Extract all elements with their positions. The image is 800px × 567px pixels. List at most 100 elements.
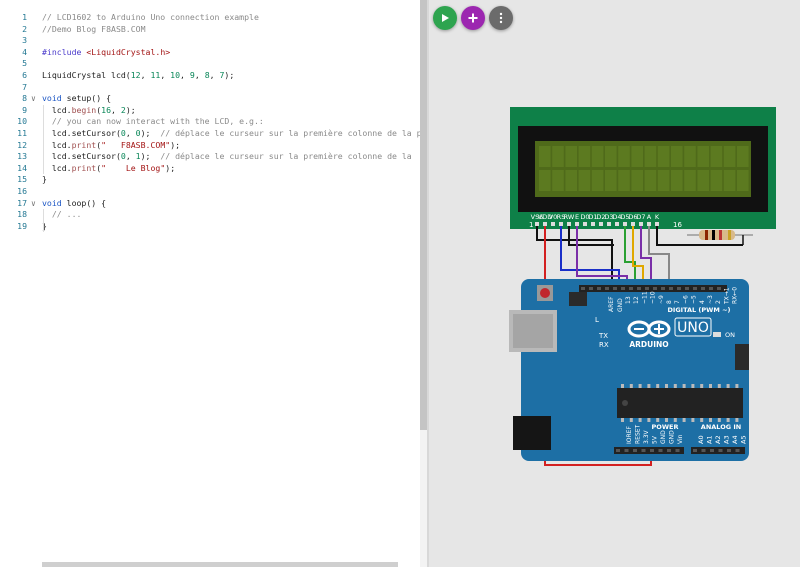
code-token: // ... xyxy=(42,209,82,220)
header-hole xyxy=(710,449,714,452)
code-text: #include <LiquidCrystal.h> xyxy=(42,47,170,59)
lcd-pin xyxy=(575,222,579,226)
code-line[interactable]: 1 // LCD1602 to Arduino Uno connection ex… xyxy=(0,12,420,24)
code-token: ); xyxy=(224,70,235,80)
code-token: , xyxy=(180,70,190,80)
lcd-pin-label: D7 xyxy=(636,213,645,221)
code-line[interactable]: 7 xyxy=(0,82,420,94)
code-token: ); xyxy=(140,128,161,138)
lcd-char-cell xyxy=(552,170,564,191)
header-hole xyxy=(675,449,680,452)
code-token: //Demo Blog F8ASB.COM xyxy=(42,23,146,34)
code-line[interactable]: 14 lcd.print(" Le Blog"); xyxy=(0,163,420,175)
fold-chevron-icon[interactable]: ∨ xyxy=(31,93,36,105)
code-line[interactable]: 6 LiquidCrystal lcd(12, 11, 10, 9, 8, 7); xyxy=(0,70,420,82)
chip-pin xyxy=(700,418,704,422)
chip-pin xyxy=(629,418,633,422)
code-line[interactable]: 19} xyxy=(0,221,420,233)
header-hole xyxy=(701,449,706,452)
code-token: , xyxy=(140,70,151,80)
reset-button[interactable] xyxy=(540,288,550,298)
code-line[interactable]: 12 lcd.print(" F8ASB.COM"); xyxy=(0,140,420,152)
code-token: , xyxy=(209,70,220,80)
code-token: , xyxy=(194,70,205,80)
header-hole xyxy=(645,287,649,290)
logo-plus-v xyxy=(658,324,660,334)
line-number: 12 xyxy=(17,139,27,150)
header-hole xyxy=(727,449,731,452)
header-hole xyxy=(621,287,625,290)
lcd-char-cell xyxy=(631,146,643,167)
code-token: lcd.setCursor( xyxy=(42,128,121,138)
code-token: ); xyxy=(170,139,181,150)
lcd-char-cell xyxy=(591,146,604,167)
lcd-char-cell xyxy=(697,146,709,167)
code-line[interactable]: 9 lcd.begin(16, 2); xyxy=(0,105,420,117)
lcd-pin xyxy=(623,222,627,226)
code-text: // ... xyxy=(42,209,82,221)
code-line[interactable]: 10 // you can now interact with the LCD,… xyxy=(0,116,420,128)
power-pin-label: 5V xyxy=(652,435,659,444)
on-label: ON xyxy=(725,331,735,339)
chip-pin xyxy=(647,384,651,388)
digital-pin-label: 8 xyxy=(666,300,673,304)
tx-label: TX xyxy=(598,332,608,340)
resistor-band-2 xyxy=(712,230,715,240)
code-token: print xyxy=(71,162,97,173)
wire-vss-gnd[interactable] xyxy=(536,226,613,283)
chip-pin xyxy=(656,418,660,422)
indent-guide xyxy=(43,104,44,175)
uno-label: UNO xyxy=(677,320,709,336)
code-token: , xyxy=(111,104,121,115)
code-token: // déplace le curseur sur la première co… xyxy=(160,128,420,138)
code-token: print xyxy=(71,139,97,150)
header-hole xyxy=(669,287,673,290)
chip-pin xyxy=(665,384,668,388)
arduino-uno-board[interactable]: AREF GND 13 12 ~11 ~10 ~9 8 7 ~6 ~5 4 ~3 2 TX→1 RX←0 … xyxy=(509,279,749,461)
code-token: , xyxy=(125,151,136,162)
lcd1602-module[interactable]: VSSVDDV0 RSRW E D0D1D2D3D4D5D6D7 A K 1 16 xyxy=(510,107,776,229)
header-hole xyxy=(624,449,629,452)
code-token: 11 xyxy=(150,70,161,80)
lcd-char-cell xyxy=(565,146,577,167)
gnd-label: GND xyxy=(617,298,624,312)
power-jack xyxy=(513,416,551,450)
chip-pin xyxy=(726,384,730,388)
line-number: 14 xyxy=(17,162,27,173)
code-editor[interactable]: 1 // LCD1602 to Arduino Uno connection ex… xyxy=(0,0,420,567)
fold-chevron-icon[interactable]: ∨ xyxy=(31,198,36,210)
code-line[interactable]: 17 ∨ void loop() { xyxy=(0,198,420,210)
code-line[interactable]: 16 xyxy=(0,186,420,198)
code-line[interactable]: 5 xyxy=(0,58,420,70)
line-number: 1 xyxy=(22,12,27,22)
digital-pin-label: ~6 xyxy=(682,295,689,304)
header-hole xyxy=(581,287,585,290)
code-token: #include xyxy=(42,46,87,57)
code-token: setup() { xyxy=(61,93,112,104)
code-line[interactable]: 2 //Demo Blog F8ASB.COM xyxy=(0,24,420,36)
header-hole xyxy=(718,449,723,452)
code-token: lcd. xyxy=(42,162,72,173)
lcd-char-cell xyxy=(605,170,617,191)
code-line[interactable]: 8 ∨ void setup() { xyxy=(0,93,420,105)
lcd-pin xyxy=(567,222,571,226)
header-hole xyxy=(667,449,671,452)
code-text: } xyxy=(42,174,47,186)
editor-horizontal-scrollbar[interactable] xyxy=(42,562,398,567)
logo-minus xyxy=(634,328,644,330)
lcd-char-cell xyxy=(578,146,591,167)
digital-pin-label: ~3 xyxy=(707,295,714,304)
resistor[interactable] xyxy=(687,230,753,245)
code-line[interactable]: 3 xyxy=(0,35,420,47)
chip-pin xyxy=(726,418,730,422)
code-line[interactable]: 18 // ... xyxy=(0,209,420,221)
lcd-pin-last-label: 16 xyxy=(673,221,682,229)
code-line[interactable]: 11 lcd.setCursor(0, 0); // déplace le cu… xyxy=(0,128,420,140)
code-line[interactable]: 15} xyxy=(0,174,420,186)
code-token: LiquidCrystal lcd( xyxy=(42,70,131,80)
chip-notch xyxy=(622,400,628,406)
header-hole xyxy=(701,287,705,290)
code-line[interactable]: 13 lcd.setCursor(0, 1); // déplace le cu… xyxy=(0,151,420,163)
code-line[interactable]: 4 #include <LiquidCrystal.h> xyxy=(0,47,420,59)
indent-guide xyxy=(43,209,44,233)
